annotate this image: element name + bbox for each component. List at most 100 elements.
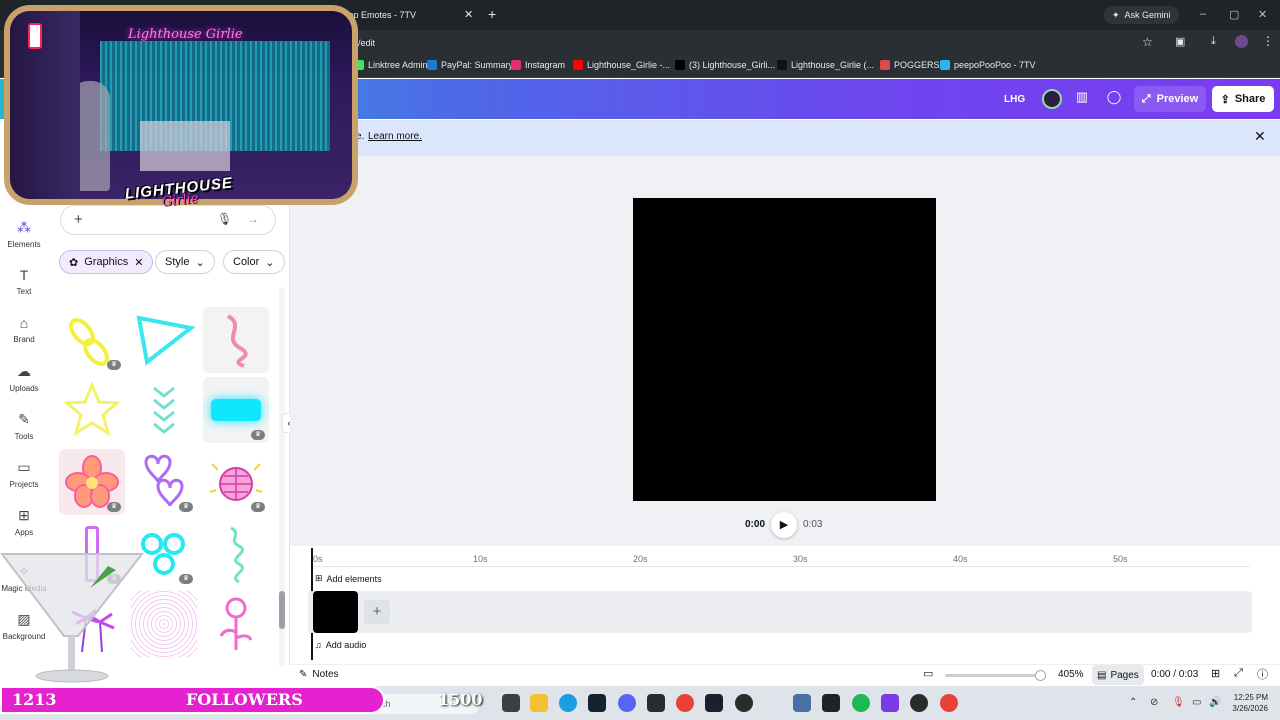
graphic-tile-green-wave[interactable] <box>203 521 269 587</box>
add-elements-button[interactable]: ⊞ Add elements <box>315 573 382 584</box>
task-view-icon[interactable] <box>502 694 520 712</box>
learn-more-link[interactable]: Learn more. <box>368 131 422 142</box>
share-button[interactable]: ⇪ Share <box>1212 86 1274 112</box>
graphic-tile-pink-rose[interactable] <box>203 591 269 657</box>
app-icon[interactable] <box>705 694 723 712</box>
rail-item[interactable]: ⊞ Apps <box>0 507 48 537</box>
graphic-tile-cyan-rectangle[interactable]: ♛ <box>203 377 269 443</box>
cast-icon[interactable]: ▣ <box>1175 35 1185 48</box>
tray-chevron-icon[interactable]: ⌃ <box>1129 697 1137 708</box>
martini-glass-overlay <box>0 553 145 683</box>
clear-filter-icon[interactable]: ✕ <box>134 256 143 269</box>
play-button[interactable]: ▶ <box>771 512 797 538</box>
graphics-filter-pill[interactable]: ✿ Graphics ✕ <box>59 250 154 274</box>
bookmark-item[interactable]: (3) Lighthouse_Girli... <box>675 60 775 70</box>
obs-icon[interactable] <box>735 694 753 712</box>
rail-item[interactable]: ☁ Uploads <box>0 363 48 393</box>
premium-crown-icon: ♛ <box>179 574 193 584</box>
graphic-tile-neon-flower[interactable]: ♛ <box>59 449 125 515</box>
profile-avatar[interactable] <box>1235 35 1248 48</box>
add-page-button[interactable]: + <box>364 600 390 624</box>
minimize-icon[interactable]: – <box>1200 8 1206 20</box>
panel-scrollbar[interactable] <box>279 287 285 667</box>
info-banner: e. Learn more. ✕ <box>300 120 1280 156</box>
help-icon[interactable]: ⓘ <box>1257 666 1268 682</box>
network-icon[interactable]: ⊘ <box>1150 697 1158 708</box>
graphic-tile-cyan-triangle[interactable] <box>131 307 197 373</box>
epic-games-icon[interactable] <box>647 694 665 712</box>
rail-item-label: Text <box>16 287 32 296</box>
avatar[interactable] <box>1042 89 1062 109</box>
fullscreen-icon[interactable]: ⤢ <box>1234 667 1243 680</box>
microphone-icon[interactable]: 🎙 <box>1172 697 1185 708</box>
bookmark-item[interactable]: Instagram <box>511 60 565 70</box>
style-filter-pill[interactable]: Style ⌄ <box>155 250 215 274</box>
file-explorer-icon[interactable] <box>530 694 548 712</box>
bookmark-item[interactable]: PayPal: Summary <box>427 60 513 70</box>
rail-item-label: Uploads <box>9 384 39 393</box>
graphic-tile-purple-hearts[interactable]: ♛ <box>131 449 197 515</box>
display-icon[interactable]: ▭ <box>1192 697 1201 708</box>
maximize-icon[interactable]: ▢ <box>1229 8 1239 21</box>
chrome-profile-icon[interactable] <box>940 694 958 712</box>
steam-icon[interactable] <box>588 694 606 712</box>
bookmark-item[interactable]: peepoPooPoo - 7TV <box>940 60 1036 70</box>
design-canvas[interactable] <box>633 198 936 501</box>
preview-button[interactable]: ⤢ Preview <box>1134 86 1206 112</box>
rail-item[interactable]: ✎ Tools <box>0 411 48 441</box>
bookmark-item[interactable]: Lighthouse_Girlie (... <box>777 60 874 70</box>
taskbar-clock[interactable]: 12:25 PM 3/26/2026 <box>1228 692 1268 714</box>
download-icon[interactable]: ⤓ <box>1211 35 1216 48</box>
recorder-icon[interactable] <box>910 694 928 712</box>
graphic-tile-yellow-loops[interactable]: ♛ <box>59 307 125 373</box>
app-grid-icon[interactable] <box>881 694 899 712</box>
graphic-tile-disco-ball[interactable]: ♛ <box>203 449 269 515</box>
mic-icon[interactable]: 🎙 <box>217 212 232 226</box>
grid-view-icon[interactable]: ⊞ <box>1211 667 1220 680</box>
bookmark-favicon-icon <box>511 60 521 70</box>
url-text: /edit <box>358 38 376 48</box>
chevron-down-icon: ⌄ <box>195 256 205 269</box>
gemini-icon: ✦ <box>1112 9 1120 20</box>
add-audio-button[interactable]: ♫ Add audio <box>315 640 366 650</box>
rail-item[interactable]: ▭ Projects <box>0 459 48 489</box>
discord-icon[interactable] <box>618 694 636 712</box>
insights-icon[interactable]: ▥ <box>1072 89 1092 109</box>
zoom-level[interactable]: 405% <box>1058 669 1084 680</box>
rail-item[interactable]: T Text <box>0 267 48 296</box>
comment-icon[interactable]: ◯ <box>1104 89 1124 109</box>
bookmark-item[interactable]: POGGERS <box>880 60 940 70</box>
bookmark-item[interactable]: Lighthouse_Girlie -... <box>573 60 670 70</box>
plus-icon[interactable]: + <box>74 211 83 228</box>
graphic-tile-teal-chevrons[interactable] <box>131 377 197 443</box>
arrow-right-icon[interactable]: → <box>247 212 259 226</box>
bookmark-star-icon[interactable]: ☆ <box>1142 35 1153 49</box>
color-filter-pill[interactable]: Color ⌄ <box>223 250 285 274</box>
timeline-clip[interactable] <box>313 591 358 633</box>
close-window-icon[interactable]: ✕ <box>1258 8 1267 21</box>
chrome-icon[interactable] <box>676 694 694 712</box>
ask-gemini-button[interactable]: ✦ Ask Gemini <box>1104 6 1179 24</box>
close-tab-icon[interactable]: ✕ <box>464 8 473 21</box>
bookmark-item[interactable]: Linktree Admin <box>354 60 428 70</box>
fit-screen-icon[interactable]: ▭ <box>923 667 933 680</box>
menu-icon[interactable]: ⋮ <box>1262 34 1274 48</box>
graphic-tile-pink-squiggle[interactable] <box>203 307 269 373</box>
elements-icon: ⁂ <box>17 219 31 235</box>
team-initials[interactable]: LHG <box>1004 94 1025 105</box>
rail-item[interactable]: ⌂ Brand <box>0 315 48 344</box>
new-tab-icon[interactable]: + <box>488 6 496 22</box>
capcut-icon[interactable] <box>822 694 840 712</box>
rail-item-label: Apps <box>14 528 34 537</box>
volume-icon[interactable]: 🔊 <box>1209 697 1221 708</box>
zoom-slider[interactable] <box>945 670 1046 681</box>
rail-item[interactable]: ⁂ Elements <box>0 219 48 249</box>
calculator-icon[interactable] <box>793 694 811 712</box>
graphic-tile-yellow-star[interactable] <box>59 377 125 443</box>
spotify-icon[interactable] <box>852 694 870 712</box>
close-banner-icon[interactable]: ✕ <box>1254 128 1266 145</box>
bookmark-favicon-icon <box>880 60 890 70</box>
pages-button[interactable]: ▤ Pages <box>1092 665 1144 685</box>
edge-icon[interactable] <box>559 694 577 712</box>
notes-button[interactable]: ✎ Notes <box>299 669 339 680</box>
